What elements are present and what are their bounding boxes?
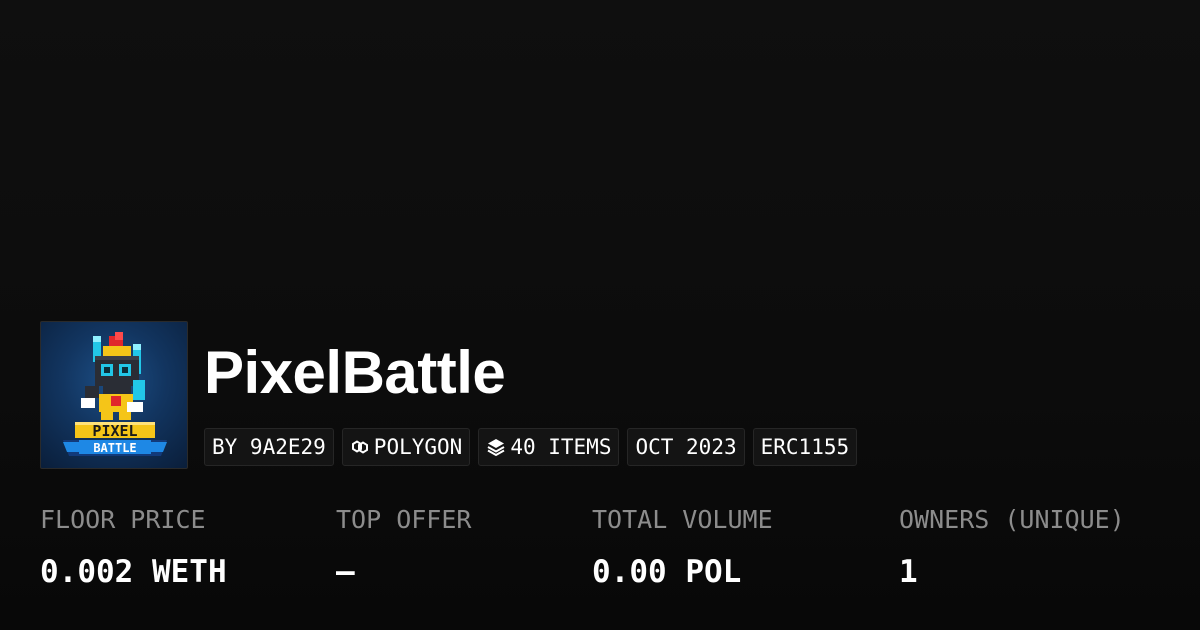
collection-avatar[interactable]: PIXEL BATTLE [40, 321, 188, 469]
stat-top-offer: TOP OFFER – [336, 505, 471, 589]
svg-text:BATTLE: BATTLE [93, 441, 136, 455]
stat-value: 0.00 POL [592, 554, 742, 590]
stat-label: TOP OFFER [336, 505, 472, 534]
stat-label: TOTAL VOLUME [592, 505, 773, 534]
svg-text:PIXEL: PIXEL [92, 422, 137, 440]
creator-label: BY 9A2E29 [212, 435, 326, 459]
stats-row: FLOOR PRICE 0.002 WETH TOP OFFER – TOTAL… [40, 505, 1200, 605]
pixelbattle-logo-icon: PIXEL BATTLE [63, 332, 167, 456]
layers-stack-icon [486, 437, 506, 457]
title-block: PixelBattle BY 9A2E29 POLYGON 40 ITEMS O… [204, 321, 858, 466]
stat-floor-price: FLOOR PRICE 0.002 WETH [40, 505, 227, 589]
stat-total-volume: TOTAL VOLUME 0.00 POL [592, 505, 773, 589]
items-label: 40 ITEMS [510, 435, 612, 459]
chain-tag[interactable]: POLYGON [341, 428, 471, 466]
stat-value: 0.002 WETH [40, 554, 227, 590]
polygon-chain-icon [350, 437, 370, 457]
creator-tag[interactable]: BY 9A2E29 [204, 428, 334, 466]
collection-tags: BY 9A2E29 POLYGON 40 ITEMS OCT 2023 ERC1… [204, 428, 858, 466]
stat-label: FLOOR PRICE [40, 505, 206, 534]
date-label: OCT 2023 [635, 435, 737, 459]
stat-value: – [336, 554, 355, 590]
collection-title: PixelBattle [204, 339, 506, 406]
stat-owners: OWNERS (UNIQUE) 1 [899, 505, 1125, 589]
chain-label: POLYGON [373, 435, 463, 459]
stat-label: OWNERS (UNIQUE) [899, 505, 1125, 534]
standard-label: ERC1155 [760, 435, 850, 459]
standard-tag: ERC1155 [752, 428, 858, 466]
items-tag[interactable]: 40 ITEMS [478, 428, 620, 466]
stat-value: 1 [899, 554, 918, 590]
collection-header: PIXEL BATTLE PixelBattle BY 9A2E29 POLYG… [40, 321, 858, 469]
date-tag: OCT 2023 [627, 428, 745, 466]
